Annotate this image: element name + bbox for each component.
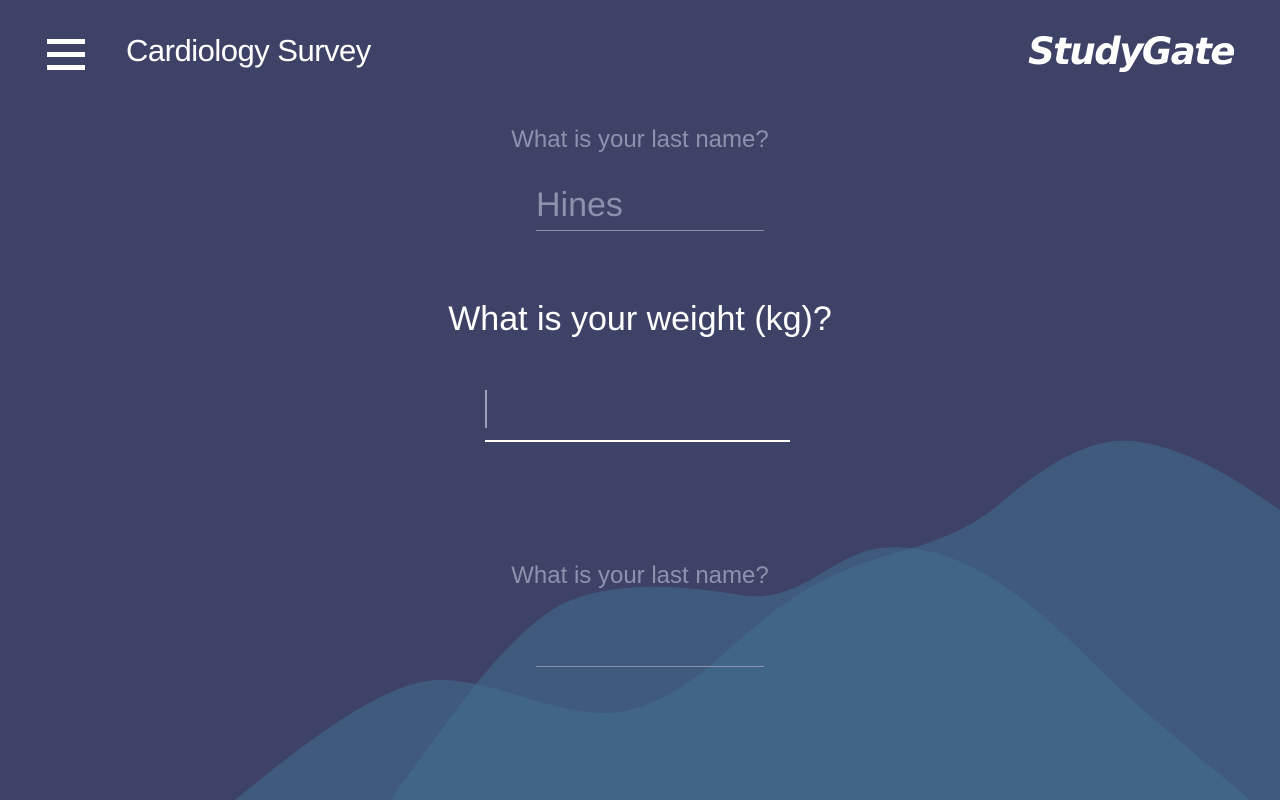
last-name-input[interactable]: [536, 180, 764, 231]
next-last-name-input[interactable]: [536, 616, 764, 667]
weight-input[interactable]: [485, 384, 790, 442]
hamburger-menu-icon[interactable]: [44, 36, 88, 74]
menu-bar: [47, 52, 85, 57]
app-header: Cardiology Survey StudyGate: [0, 0, 1280, 110]
survey-page: Cardiology Survey StudyGate What is your…: [0, 0, 1280, 800]
menu-bar: [47, 39, 85, 44]
current-question-label: What is your weight (kg)?: [448, 300, 832, 338]
next-question-label: What is your last name?: [511, 562, 769, 589]
text-cursor: [485, 390, 487, 428]
previous-question-label: What is your last name?: [511, 126, 769, 153]
studygate-logo: StudyGate: [1028, 30, 1235, 73]
menu-bar: [47, 65, 85, 70]
app-title: Cardiology Survey: [126, 33, 371, 68]
